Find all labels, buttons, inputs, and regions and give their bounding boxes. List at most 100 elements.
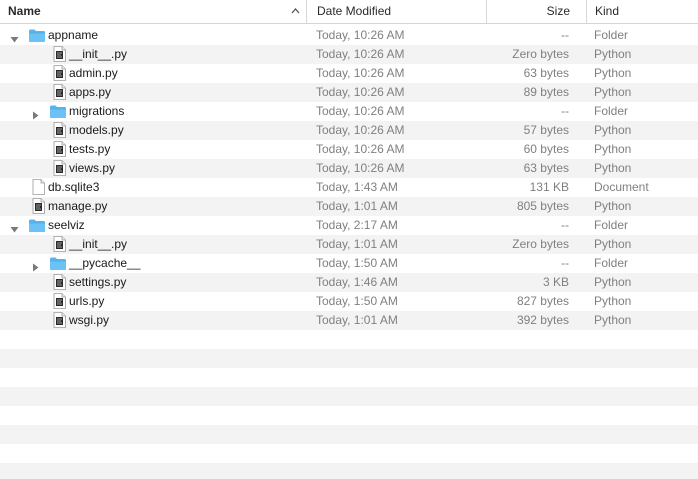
size-cell: -- bbox=[561, 218, 569, 232]
file-list-row[interactable]: views.py Today, 10:26 AM 63 bytes Python bbox=[0, 159, 698, 178]
name-cell: manage.py bbox=[0, 197, 306, 216]
file-list-row[interactable]: seelviz Today, 2:17 AM -- Folder bbox=[0, 216, 698, 235]
file-list-row[interactable]: apps.py Today, 10:26 AM 89 bytes Python bbox=[0, 83, 698, 102]
python-file-icon bbox=[53, 122, 66, 140]
size-cell: 63 bytes bbox=[523, 66, 569, 80]
file-list-row[interactable]: __pycache__ Today, 1:50 AM -- Folder bbox=[0, 254, 698, 273]
document-icon bbox=[32, 179, 45, 197]
date-modified-cell: Today, 1:01 AM bbox=[316, 237, 398, 251]
kind-cell: Python bbox=[594, 237, 632, 251]
kind-column-header[interactable]: Kind bbox=[586, 0, 698, 23]
python-file-icon bbox=[53, 274, 66, 292]
file-name: migrations bbox=[69, 104, 125, 118]
name-cell: admin.py bbox=[0, 64, 306, 83]
date-modified-cell: Today, 10:26 AM bbox=[316, 161, 405, 175]
file-list-row[interactable]: __init__.py Today, 1:01 AM Zero bytes Pytho… bbox=[0, 235, 698, 254]
file-name: models.py bbox=[69, 123, 124, 137]
python-file-icon bbox=[53, 65, 66, 83]
empty-row bbox=[0, 463, 698, 479]
python-file-icon bbox=[53, 236, 66, 254]
name-cell: __pycache__ bbox=[0, 254, 306, 273]
date-modified-cell: Today, 1:50 AM bbox=[316, 294, 398, 308]
empty-row bbox=[0, 406, 698, 425]
empty-row bbox=[0, 349, 698, 368]
disclosure-triangle-expanded-icon[interactable] bbox=[10, 31, 19, 43]
file-list-row[interactable]: admin.py Today, 10:26 AM 63 bytes Python bbox=[0, 64, 698, 83]
file-list-row[interactable]: appname Today, 10:26 AM -- Folder bbox=[0, 26, 698, 45]
python-file-icon bbox=[53, 293, 66, 311]
kind-cell: Python bbox=[594, 123, 632, 137]
python-file-icon bbox=[32, 198, 45, 216]
python-file-icon bbox=[53, 312, 66, 330]
file-list-row[interactable]: migrations Today, 10:26 AM -- Folder bbox=[0, 102, 698, 121]
file-name: __init__.py bbox=[69, 47, 128, 61]
disclosure-triangle-expanded-icon[interactable] bbox=[10, 221, 19, 233]
date-modified-cell: Today, 10:26 AM bbox=[316, 28, 405, 42]
date-modified-cell: Today, 10:26 AM bbox=[316, 123, 405, 137]
kind-cell: Folder bbox=[594, 256, 629, 270]
disclosure-triangle-collapsed-icon[interactable] bbox=[31, 107, 40, 120]
name-cell: apps.py bbox=[0, 83, 306, 102]
kind-cell: Python bbox=[594, 66, 632, 80]
file-list-row[interactable]: models.py Today, 10:26 AM 57 bytes Python bbox=[0, 121, 698, 140]
date-modified-cell: Today, 10:26 AM bbox=[316, 85, 405, 99]
kind-cell: Python bbox=[594, 313, 632, 327]
size-cell: 3 KB bbox=[542, 275, 569, 289]
empty-row bbox=[0, 368, 698, 387]
file-name: __pycache__ bbox=[69, 256, 141, 270]
date-modified-cell: Today, 1:43 AM bbox=[316, 180, 398, 194]
size-column-label: Size bbox=[546, 4, 570, 18]
name-cell: migrations bbox=[0, 102, 306, 121]
empty-row bbox=[0, 330, 698, 349]
name-cell: views.py bbox=[0, 159, 306, 178]
file-list-row[interactable]: settings.py Today, 1:46 AM 3 KB Python bbox=[0, 273, 698, 292]
empty-row bbox=[0, 387, 698, 406]
size-cell: 392 bytes bbox=[516, 313, 569, 327]
date-modified-column-header[interactable]: Date Modified bbox=[306, 0, 486, 23]
folder-icon bbox=[28, 28, 46, 45]
size-cell: 827 bytes bbox=[516, 294, 569, 308]
file-name: apps.py bbox=[69, 85, 112, 99]
file-list-row[interactable]: __init__.py Today, 10:26 AM Zero bytes Pyth… bbox=[0, 45, 698, 64]
kind-cell: Document bbox=[594, 180, 649, 194]
kind-cell: Python bbox=[594, 85, 632, 99]
folder-icon bbox=[49, 104, 67, 121]
name-cell: models.py bbox=[0, 121, 306, 140]
size-column-header[interactable]: Size bbox=[486, 0, 586, 23]
name-column-header[interactable]: Name bbox=[0, 0, 306, 23]
file-name: settings.py bbox=[69, 275, 127, 289]
kind-cell: Python bbox=[594, 294, 632, 308]
kind-cell: Python bbox=[594, 47, 632, 61]
file-list-row[interactable]: tests.py Today, 10:26 AM 60 bytes Python bbox=[0, 140, 698, 159]
sort-ascending-icon bbox=[291, 0, 300, 23]
kind-cell: Folder bbox=[594, 104, 629, 118]
kind-cell: Python bbox=[594, 275, 632, 289]
size-cell: 805 bytes bbox=[516, 199, 569, 213]
python-file-icon bbox=[53, 46, 66, 64]
disclosure-triangle-collapsed-icon[interactable] bbox=[31, 259, 40, 272]
file-name: tests.py bbox=[69, 142, 111, 156]
file-list-row[interactable]: urls.py Today, 1:50 AM 827 bytes Python bbox=[0, 292, 698, 311]
date-modified-cell: Today, 1:50 AM bbox=[316, 256, 398, 270]
kind-cell: Python bbox=[594, 199, 632, 213]
size-cell: -- bbox=[561, 28, 569, 42]
date-modified-cell: Today, 10:26 AM bbox=[316, 104, 405, 118]
empty-row bbox=[0, 425, 698, 444]
date-modified-cell: Today, 2:17 AM bbox=[316, 218, 398, 232]
size-cell: 57 bytes bbox=[523, 123, 569, 137]
file-list-row[interactable]: manage.py Today, 1:01 AM 805 bytes Python bbox=[0, 197, 698, 216]
file-list-row[interactable]: db.sqlite3 Today, 1:43 AM 131 KB Document bbox=[0, 178, 698, 197]
file-name: appname bbox=[48, 28, 99, 42]
kind-cell: Python bbox=[594, 142, 632, 156]
size-cell: 89 bytes bbox=[523, 85, 569, 99]
column-header-bar: Name Date Modified Size Kind bbox=[0, 0, 698, 24]
file-name: admin.py bbox=[69, 66, 118, 80]
name-cell: tests.py bbox=[0, 140, 306, 159]
date-modified-cell: Today, 10:26 AM bbox=[316, 66, 405, 80]
name-cell: __init__.py bbox=[0, 45, 306, 64]
name-column-label: Name bbox=[8, 4, 41, 18]
python-file-icon bbox=[53, 84, 66, 102]
kind-column-label: Kind bbox=[595, 4, 620, 18]
size-cell: 63 bytes bbox=[523, 161, 569, 175]
file-list-row[interactable]: wsgi.py Today, 1:01 AM 392 bytes Python bbox=[0, 311, 698, 330]
